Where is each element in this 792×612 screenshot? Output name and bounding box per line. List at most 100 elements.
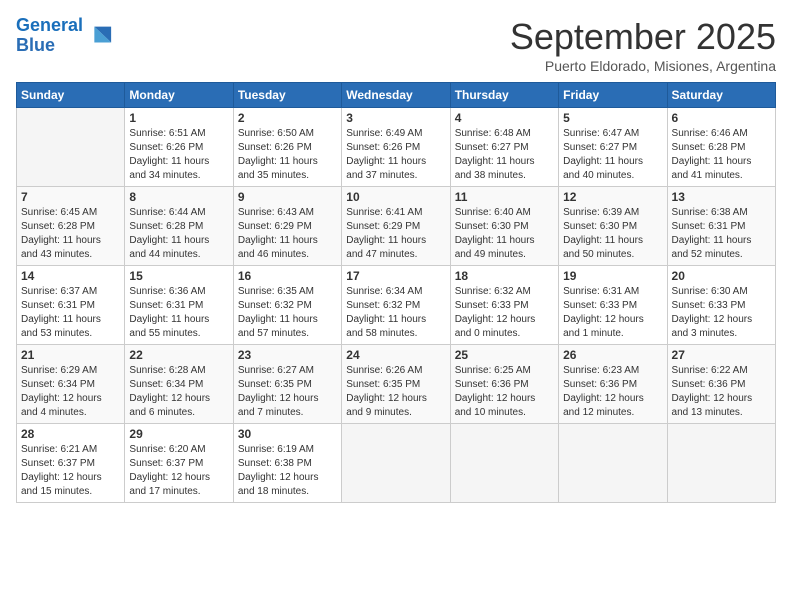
day-number: 9 [238,190,337,204]
day-number: 7 [21,190,120,204]
calendar-cell [667,424,775,503]
day-info: Sunrise: 6:34 AM Sunset: 6:32 PM Dayligh… [346,285,445,341]
day-info: Sunrise: 6:21 AM Sunset: 6:37 PM Dayligh… [21,443,120,499]
week-row-5: 28 Sunrise: 6:21 AM Sunset: 6:37 PM Dayli… [17,424,776,503]
calendar-cell: 15 Sunrise: 6:36 AM Sunset: 6:31 PM Dayli… [125,266,233,345]
week-row-4: 21 Sunrise: 6:29 AM Sunset: 6:34 PM Dayli… [17,345,776,424]
day-number: 28 [21,427,120,441]
logo-text: General Blue [16,16,83,56]
day-info: Sunrise: 6:37 AM Sunset: 6:31 PM Dayligh… [21,285,120,341]
day-info: Sunrise: 6:31 AM Sunset: 6:33 PM Dayligh… [563,285,662,341]
week-row-3: 14 Sunrise: 6:37 AM Sunset: 6:31 PM Dayli… [17,266,776,345]
weekday-header-sunday: Sunday [17,83,125,108]
day-number: 13 [672,190,771,204]
calendar-cell: 6Sunrise: 6:46 AM Sunset: 6:28 PM Daylig… [667,108,775,187]
calendar-cell: 22 Sunrise: 6:28 AM Sunset: 6:34 PM Dayli… [125,345,233,424]
day-info: Sunrise: 6:36 AM Sunset: 6:31 PM Dayligh… [129,285,228,341]
day-info: Sunrise: 6:46 AM Sunset: 6:28 PM Dayligh… [672,127,771,183]
day-number: 14 [21,269,120,283]
calendar-cell: 9Sunrise: 6:43 AM Sunset: 6:29 PM Daylig… [233,187,341,266]
day-info: Sunrise: 6:44 AM Sunset: 6:28 PM Dayligh… [129,206,228,262]
day-number: 18 [455,269,554,283]
day-number: 20 [672,269,771,283]
day-info: Sunrise: 6:50 AM Sunset: 6:26 PM Dayligh… [238,127,337,183]
calendar-cell [17,108,125,187]
day-number: 17 [346,269,445,283]
day-number: 24 [346,348,445,362]
logo: General Blue [16,16,113,56]
day-info: Sunrise: 6:41 AM Sunset: 6:29 PM Dayligh… [346,206,445,262]
calendar-cell: 4 Sunrise: 6:48 AM Sunset: 6:27 PM Daylig… [450,108,558,187]
calendar-cell: 12Sunrise: 6:39 AM Sunset: 6:30 PM Dayli… [559,187,667,266]
calendar-cell: 26Sunrise: 6:23 AM Sunset: 6:36 PM Dayli… [559,345,667,424]
calendar-cell: 28 Sunrise: 6:21 AM Sunset: 6:37 PM Dayli… [17,424,125,503]
day-number: 23 [238,348,337,362]
calendar-cell [342,424,450,503]
calendar-cell: 11 Sunrise: 6:40 AM Sunset: 6:30 PM Dayli… [450,187,558,266]
calendar-cell: 13 Sunrise: 6:38 AM Sunset: 6:31 PM Dayli… [667,187,775,266]
day-number: 25 [455,348,554,362]
week-row-2: 7Sunrise: 6:45 AM Sunset: 6:28 PM Daylig… [17,187,776,266]
day-info: Sunrise: 6:49 AM Sunset: 6:26 PM Dayligh… [346,127,445,183]
day-number: 26 [563,348,662,362]
day-number: 8 [129,190,228,204]
calendar-cell: 3 Sunrise: 6:49 AM Sunset: 6:26 PM Daylig… [342,108,450,187]
day-info: Sunrise: 6:26 AM Sunset: 6:35 PM Dayligh… [346,364,445,420]
day-info: Sunrise: 6:32 AM Sunset: 6:33 PM Dayligh… [455,285,554,341]
calendar-cell: 30Sunrise: 6:19 AM Sunset: 6:38 PM Dayli… [233,424,341,503]
weekday-header-thursday: Thursday [450,83,558,108]
day-number: 3 [346,111,445,125]
day-number: 21 [21,348,120,362]
title-block: September 2025 Puerto Eldorado, Misiones… [510,16,776,74]
day-info: Sunrise: 6:28 AM Sunset: 6:34 PM Dayligh… [129,364,228,420]
calendar-cell: 7Sunrise: 6:45 AM Sunset: 6:28 PM Daylig… [17,187,125,266]
day-info: Sunrise: 6:39 AM Sunset: 6:30 PM Dayligh… [563,206,662,262]
weekday-header-saturday: Saturday [667,83,775,108]
location-subtitle: Puerto Eldorado, Misiones, Argentina [510,58,776,74]
day-info: Sunrise: 6:20 AM Sunset: 6:37 PM Dayligh… [129,443,228,499]
day-info: Sunrise: 6:22 AM Sunset: 6:36 PM Dayligh… [672,364,771,420]
calendar-cell: 5Sunrise: 6:47 AM Sunset: 6:27 PM Daylig… [559,108,667,187]
calendar-cell: 23 Sunrise: 6:27 AM Sunset: 6:35 PM Dayli… [233,345,341,424]
day-info: Sunrise: 6:48 AM Sunset: 6:27 PM Dayligh… [455,127,554,183]
calendar-cell: 24 Sunrise: 6:26 AM Sunset: 6:35 PM Dayli… [342,345,450,424]
day-number: 30 [238,427,337,441]
day-number: 11 [455,190,554,204]
weekday-header-wednesday: Wednesday [342,83,450,108]
day-number: 27 [672,348,771,362]
day-number: 29 [129,427,228,441]
page-header: General Blue September 2025 Puerto Eldor… [16,16,776,74]
logo-line1: General [16,15,83,35]
day-info: Sunrise: 6:51 AM Sunset: 6:26 PM Dayligh… [129,127,228,183]
calendar-cell: 29 Sunrise: 6:20 AM Sunset: 6:37 PM Dayli… [125,424,233,503]
calendar-cell: 8 Sunrise: 6:44 AM Sunset: 6:28 PM Daylig… [125,187,233,266]
calendar-cell: 10 Sunrise: 6:41 AM Sunset: 6:29 PM Dayli… [342,187,450,266]
weekday-header-monday: Monday [125,83,233,108]
day-number: 1 [129,111,228,125]
calendar-cell: 21 Sunrise: 6:29 AM Sunset: 6:34 PM Dayli… [17,345,125,424]
calendar-cell [559,424,667,503]
calendar-cell: 25 Sunrise: 6:25 AM Sunset: 6:36 PM Dayli… [450,345,558,424]
day-number: 22 [129,348,228,362]
logo-icon [85,22,113,50]
day-info: Sunrise: 6:25 AM Sunset: 6:36 PM Dayligh… [455,364,554,420]
day-number: 2 [238,111,337,125]
logo-line2: Blue [16,35,55,55]
day-number: 5 [563,111,662,125]
calendar-cell: 2 Sunrise: 6:50 AM Sunset: 6:26 PM Daylig… [233,108,341,187]
day-number: 15 [129,269,228,283]
calendar-cell: 17 Sunrise: 6:34 AM Sunset: 6:32 PM Dayli… [342,266,450,345]
day-info: Sunrise: 6:38 AM Sunset: 6:31 PM Dayligh… [672,206,771,262]
calendar-cell: 1 Sunrise: 6:51 AM Sunset: 6:26 PM Daylig… [125,108,233,187]
day-info: Sunrise: 6:40 AM Sunset: 6:30 PM Dayligh… [455,206,554,262]
day-info: Sunrise: 6:29 AM Sunset: 6:34 PM Dayligh… [21,364,120,420]
calendar-table: SundayMondayTuesdayWednesdayThursdayFrid… [16,82,776,503]
weekday-header-row: SundayMondayTuesdayWednesdayThursdayFrid… [17,83,776,108]
calendar-cell: 19Sunrise: 6:31 AM Sunset: 6:33 PM Dayli… [559,266,667,345]
day-number: 10 [346,190,445,204]
day-number: 16 [238,269,337,283]
day-info: Sunrise: 6:27 AM Sunset: 6:35 PM Dayligh… [238,364,337,420]
calendar-cell: 20Sunrise: 6:30 AM Sunset: 6:33 PM Dayli… [667,266,775,345]
day-number: 4 [455,111,554,125]
day-info: Sunrise: 6:35 AM Sunset: 6:32 PM Dayligh… [238,285,337,341]
